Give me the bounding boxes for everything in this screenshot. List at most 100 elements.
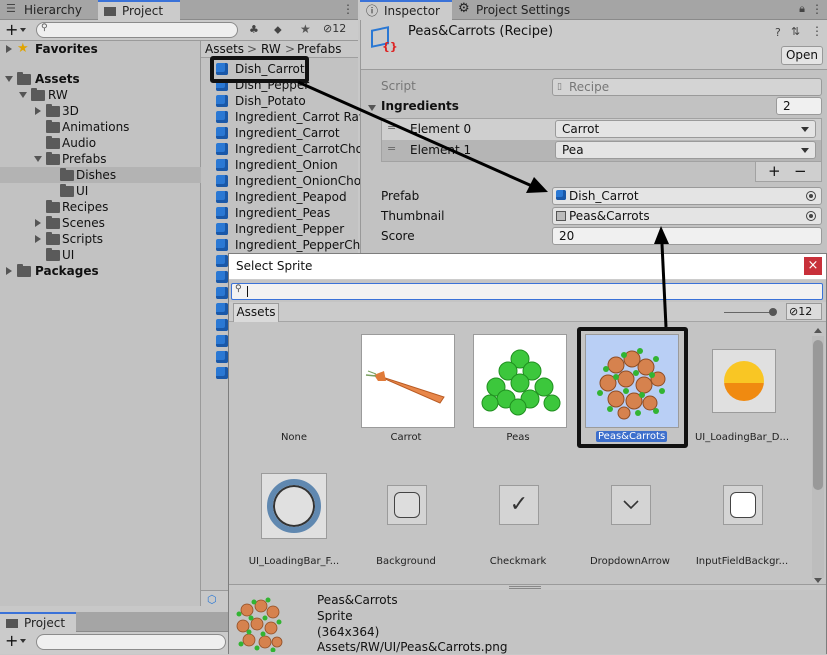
sprite-item-carrot[interactable]: Carrot <box>341 332 471 452</box>
sprite-grid-scrollbar[interactable] <box>812 328 824 583</box>
add-element-button[interactable]: + <box>768 162 781 180</box>
object-picker-icon[interactable] <box>806 211 816 221</box>
tree-item-rw[interactable]: RW <box>0 87 201 103</box>
component-menu-icon[interactable]: ⋮ <box>811 24 823 38</box>
dropdown-caret-icon <box>801 127 809 132</box>
tab-bottom-project[interactable]: Project <box>0 612 76 632</box>
sprite-item-checkmark[interactable]: ✓ Checkmark <box>453 468 583 568</box>
collapse-arrow-icon[interactable] <box>19 92 27 98</box>
dropdown-caret-icon <box>801 148 809 153</box>
add-asset-button[interactable]: + <box>5 20 18 40</box>
lock-icon[interactable]: 🔒︎ <box>799 2 805 16</box>
list-item[interactable]: = Element 0 Carrot <box>382 119 821 140</box>
project-toolbar: + ⚲ ♣ ⬥ ★ ⊘12 <box>0 20 358 41</box>
sprite-item-dropdown-arrow[interactable]: DropdownArrow <box>565 468 695 568</box>
prefab-object-field[interactable]: Dish_Carrot <box>552 187 822 205</box>
expand-arrow-icon[interactable] <box>35 219 41 227</box>
sprite-icon <box>556 211 566 221</box>
sprite-item-inputfield-background[interactable]: InputFieldBackgr... <box>677 468 807 568</box>
expand-arrow-icon[interactable] <box>6 267 12 275</box>
info-icon: ⓘ <box>366 4 379 18</box>
folder-icon <box>46 200 60 213</box>
score-label: Score <box>381 229 415 243</box>
list-item[interactable]: = Element 1 Pea <box>382 140 821 161</box>
thumbnail-object-field[interactable]: Peas&Carrots <box>552 207 822 225</box>
ingredients-size-field[interactable]: 2 <box>776 97 822 115</box>
close-button[interactable]: × <box>804 257 822 275</box>
score-field[interactable]: 20 <box>552 227 822 245</box>
tree-item-audio[interactable]: Audio <box>0 135 201 151</box>
left-panel-menu-icon[interactable]: ⋮ <box>342 2 354 16</box>
drag-handle-icon[interactable]: = <box>387 121 396 134</box>
tree-item-ui-2[interactable]: UI <box>0 247 201 263</box>
prefab-label: Prefab <box>381 189 420 203</box>
hidden-packages-icon[interactable]: ⊘12 <box>323 22 346 35</box>
folder-tab-icon <box>6 617 19 629</box>
tree-item-ui[interactable]: UI <box>0 183 201 199</box>
scroll-thumb[interactable] <box>813 340 823 490</box>
help-icon[interactable]: ? <box>775 26 781 39</box>
tab-hierarchy[interactable]: ☰ Hierarchy <box>0 0 98 20</box>
collapse-arrow-icon[interactable] <box>34 156 42 162</box>
tree-item-prefabs[interactable]: Prefabs <box>0 151 201 167</box>
chevron-down-icon[interactable] <box>20 639 26 643</box>
sprite-item-loadingbar-dot[interactable]: UI_LoadingBar_D... <box>677 332 807 452</box>
favorite-star-icon[interactable]: ★ <box>300 22 311 36</box>
scroll-up-icon[interactable] <box>814 328 822 333</box>
label-filter-icon[interactable]: ⬥ <box>274 23 282 37</box>
sprite-search-input[interactable]: ⚲ <box>231 283 823 300</box>
script-field: ▯ Recipe <box>552 78 822 96</box>
collapse-arrow-icon[interactable] <box>5 76 13 82</box>
add-asset-button[interactable]: + <box>5 632 18 650</box>
sprite-item-background[interactable]: Background <box>341 468 471 568</box>
project-search-input[interactable]: ⚲ <box>36 22 238 38</box>
tab-project[interactable]: Project <box>98 0 180 20</box>
open-button[interactable]: Open <box>781 46 823 65</box>
ingredients-label: Ingredients <box>381 99 459 113</box>
tree-item-3d[interactable]: 3D <box>0 103 201 119</box>
prefab-cube-icon <box>216 319 228 331</box>
icon-size-slider[interactable] <box>724 308 777 316</box>
gear-icon: ⚙ <box>458 1 470 16</box>
prefab-cube-icon <box>216 175 228 187</box>
tree-item-dishes[interactable]: Dishes <box>0 167 201 183</box>
sprite-item-none[interactable]: None <box>229 332 359 452</box>
folder-icon <box>60 168 74 181</box>
bottom-search-input[interactable] <box>36 634 226 650</box>
inspector-panel: {} Peas&Carrots (Recipe) ? ⇅ ⋮ Open Scri… <box>360 20 827 260</box>
tree-item-assets[interactable]: Assets <box>0 71 201 87</box>
tree-item-scripts[interactable]: Scripts <box>0 231 201 247</box>
tab-project-settings[interactable]: ⚙ Project Settings <box>452 0 592 20</box>
tab-inspector[interactable]: ⓘ Inspector <box>360 0 452 20</box>
ingredients-foldout-icon[interactable] <box>368 105 376 111</box>
tree-item-animations[interactable]: Animations <box>0 119 201 135</box>
element1-dropdown[interactable]: Pea <box>555 141 816 159</box>
scroll-down-icon[interactable] <box>814 578 822 583</box>
chevron-down-icon[interactable] <box>20 28 26 32</box>
peas-sprite-icon <box>473 334 567 428</box>
text-cursor <box>247 286 248 297</box>
expand-arrow-icon[interactable] <box>35 107 41 115</box>
tree-item-recipes[interactable]: Recipes <box>0 199 201 215</box>
splitter-grip-icon[interactable] <box>509 586 541 589</box>
slider-handle[interactable] <box>769 308 777 316</box>
preset-icon[interactable]: ⇅ <box>791 25 800 38</box>
loadingbar-frame-sprite-icon <box>261 473 327 539</box>
expand-arrow-icon[interactable] <box>35 235 41 243</box>
hidden-packages-toggle[interactable]: ⊘12 <box>786 303 822 320</box>
tree-item-favorites[interactable]: ★ Favorites <box>0 41 201 57</box>
tree-item-packages[interactable]: Packages <box>0 263 201 279</box>
tree-item-scenes[interactable]: Scenes <box>0 215 201 231</box>
drag-handle-icon[interactable]: = <box>387 142 396 155</box>
object-picker-icon[interactable] <box>806 191 816 201</box>
scene-filter-icon[interactable]: ♣ <box>249 23 259 36</box>
expand-arrow-icon[interactable] <box>6 45 12 53</box>
select-sprite-window: Select Sprite × ⚲ Assets ⊘12 None Carrot… <box>228 253 827 654</box>
inspector-menu-icon[interactable]: ⋮ <box>811 2 823 16</box>
remove-element-button[interactable]: − <box>794 162 807 180</box>
sprite-item-loadingbar-frame[interactable]: UI_LoadingBar_F... <box>229 468 359 568</box>
sprite-item-peas[interactable]: Peas <box>453 332 583 452</box>
tab-assets[interactable]: Assets <box>233 303 279 322</box>
element0-dropdown[interactable]: Carrot <box>555 120 816 138</box>
list-footer: + − <box>755 162 822 182</box>
